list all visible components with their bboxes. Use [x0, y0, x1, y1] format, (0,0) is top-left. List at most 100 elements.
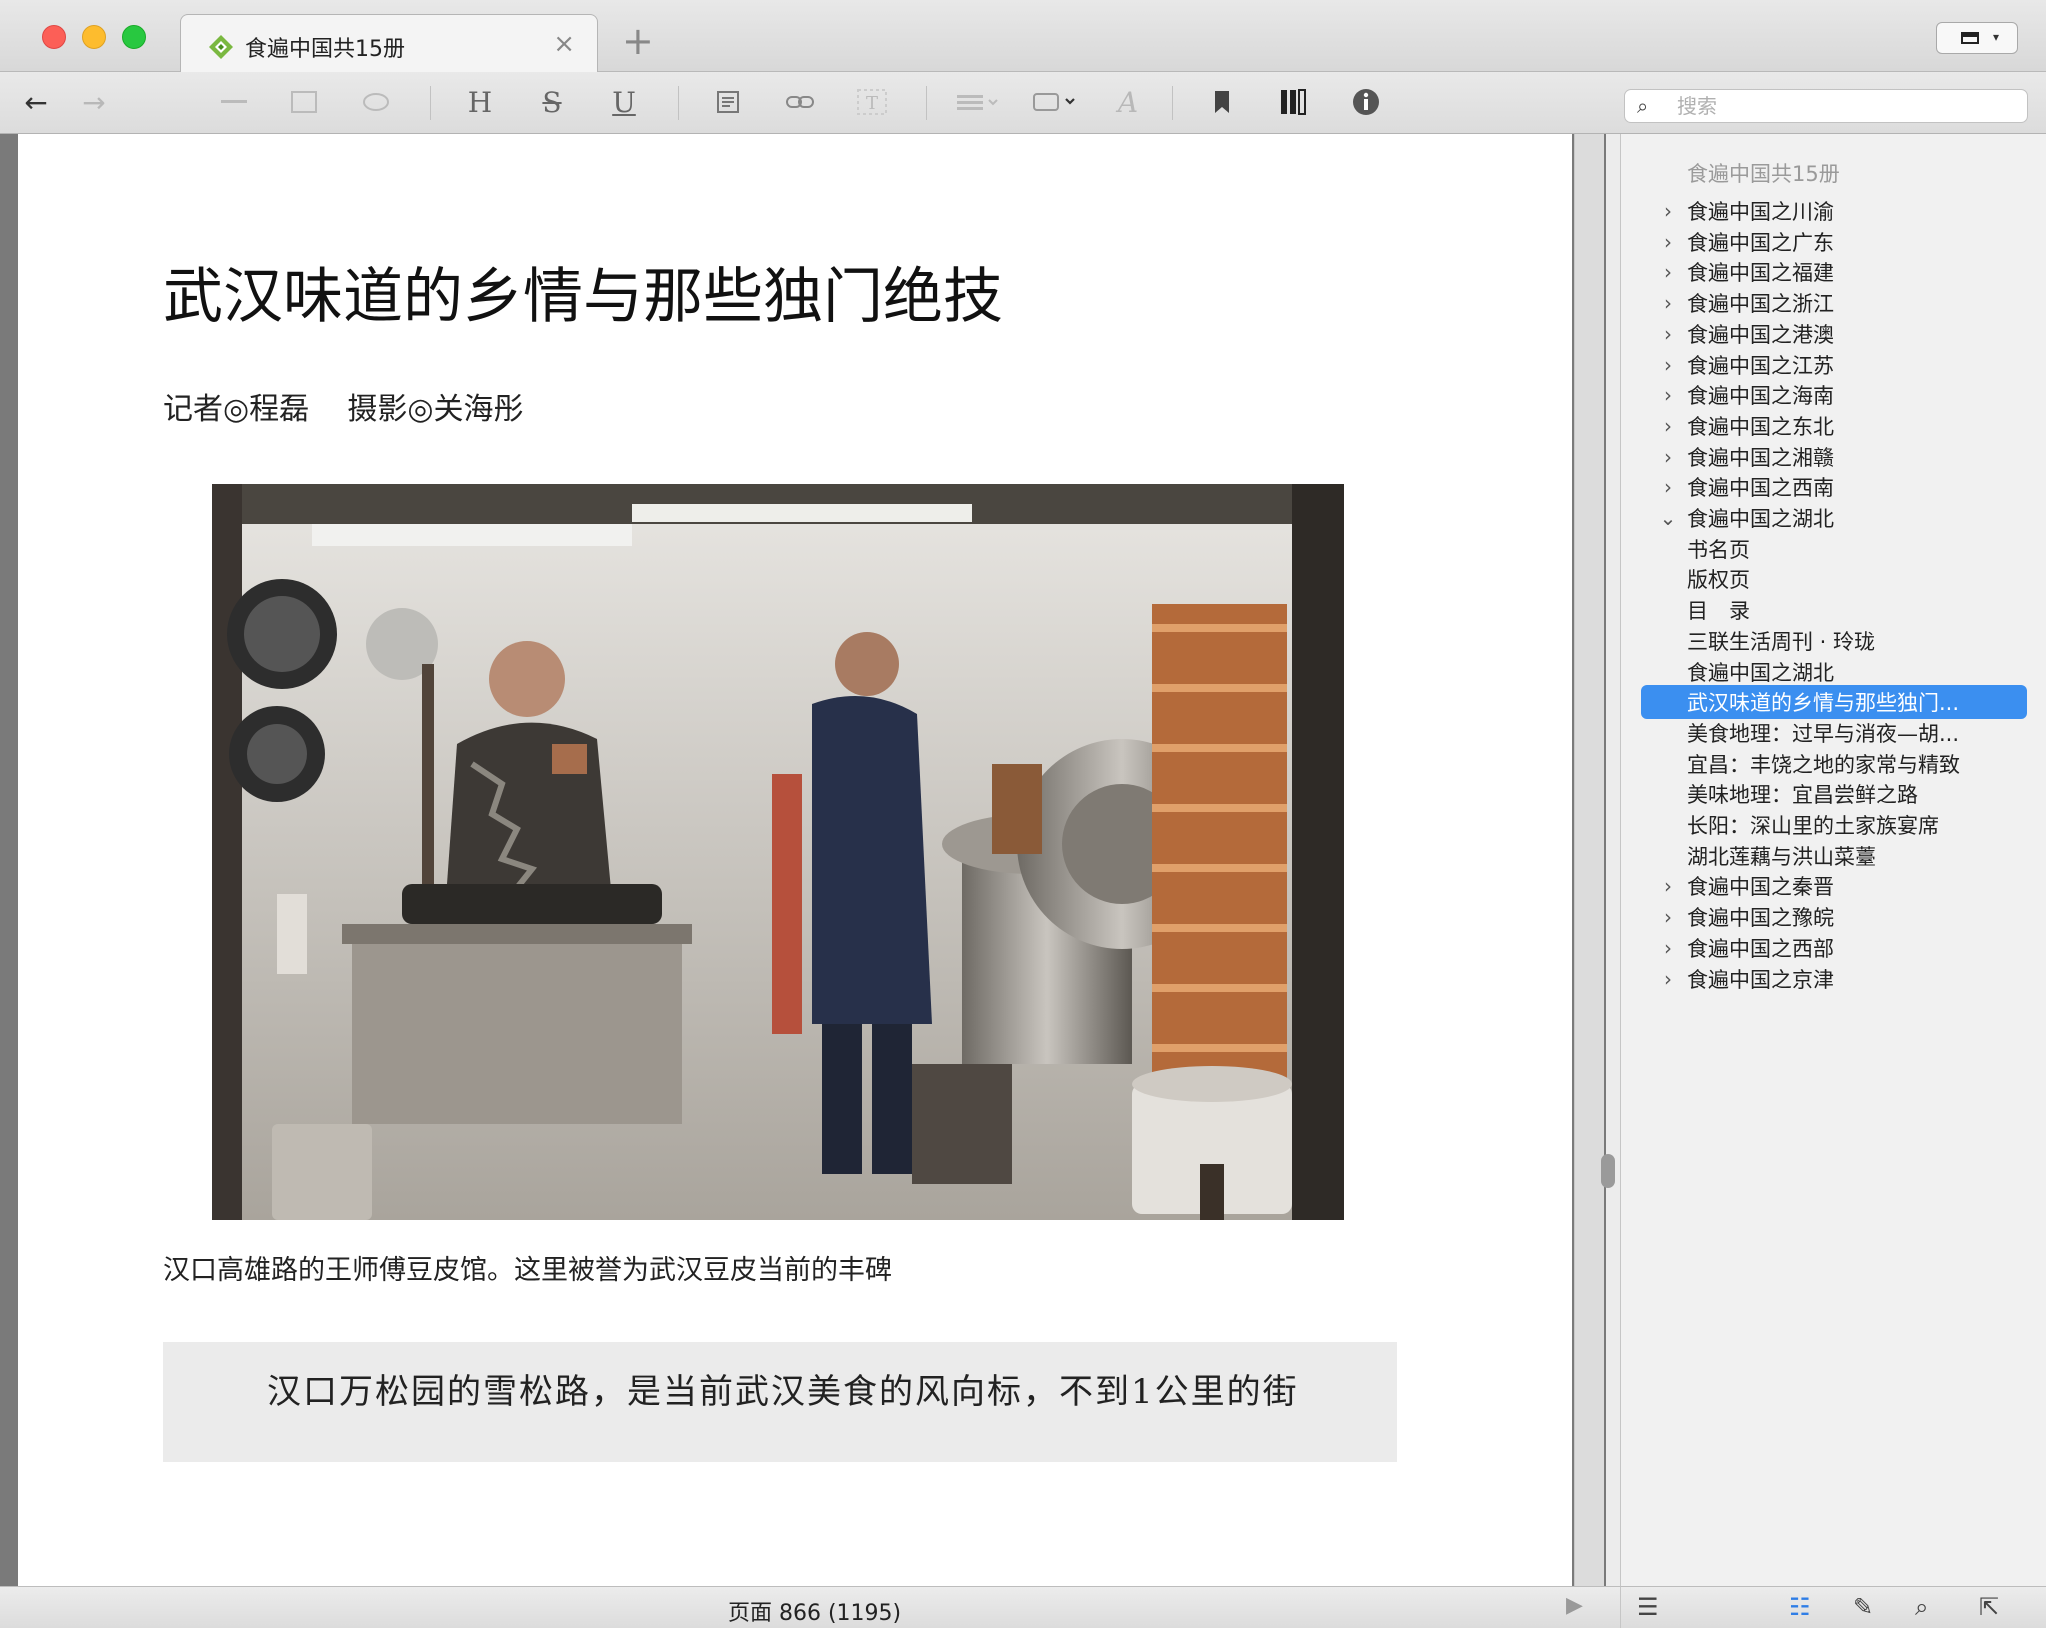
toc-item[interactable]: › 食遍中国之海南	[1655, 378, 2035, 412]
chevron-right-icon[interactable]: ›	[1655, 291, 1681, 315]
toc-item[interactable]: › 食遍中国之西南	[1655, 470, 2035, 504]
font-button[interactable]: A	[1108, 82, 1148, 122]
highlight-button[interactable]: H	[460, 82, 500, 122]
oval-tool-button[interactable]	[356, 82, 396, 122]
shape-color-dropdown[interactable]	[1030, 82, 1082, 122]
toc-item[interactable]: 书名页	[1687, 532, 2027, 566]
app-logo-icon	[209, 35, 233, 59]
bookmark-button[interactable]	[1202, 82, 1242, 122]
toolbar-divider	[1172, 86, 1173, 120]
tab-title: 食遍中国共15册	[245, 37, 405, 62]
article-byline: 记者◎程磊 摄影◎关海彤	[163, 392, 524, 427]
toc-item[interactable]: › 食遍中国之江苏	[1655, 348, 2035, 382]
sidebar-menu-icon[interactable]: ☰	[1637, 1593, 1659, 1621]
zoom-window-button[interactable]	[122, 25, 146, 49]
info-button[interactable]	[1346, 82, 1386, 122]
toc-item[interactable]: › 食遍中国之西部	[1655, 931, 2035, 965]
chevron-right-icon[interactable]: ›	[1655, 475, 1681, 499]
chevron-right-icon[interactable]: ›	[1655, 445, 1681, 469]
rectangle-tool-button[interactable]	[284, 82, 324, 122]
window-layout-icon	[1961, 32, 1979, 44]
note-button[interactable]	[708, 82, 748, 122]
oval-icon	[363, 93, 389, 111]
chevron-right-icon[interactable]: ›	[1655, 874, 1681, 898]
chevron-right-icon[interactable]: ›	[1655, 905, 1681, 929]
status-bar: 页面 866 (1195) ▶	[0, 1586, 1620, 1628]
toc-item[interactable]: 食遍中国之湖北	[1687, 655, 2027, 689]
rectangle-icon	[291, 91, 317, 113]
toc-item[interactable]: 长阳：深山里的土家族宴席	[1687, 808, 2027, 842]
document-tab[interactable]: 食遍中国共15册 ×	[180, 14, 598, 72]
toc-item[interactable]: › 食遍中国之川渝	[1655, 194, 2035, 228]
search-icon[interactable]: ⌕	[1915, 1593, 1928, 1621]
chevron-right-icon[interactable]: ›	[1655, 230, 1681, 254]
scrollbar-thumb[interactable]	[1601, 1154, 1615, 1188]
toc-item[interactable]: › 食遍中国之秦晋	[1655, 869, 2035, 903]
toc-item-label: 目 录	[1687, 599, 1750, 624]
toc-item[interactable]: › 食遍中国之豫皖	[1655, 900, 2035, 934]
toc-item[interactable]: 三联生活周刊 · 玲珑	[1687, 624, 2027, 658]
toc-item[interactable]: 美食地理：过早与消夜—胡...	[1687, 716, 2027, 750]
toc-item-label: 食遍中国之西南	[1687, 476, 1834, 501]
line-icon	[221, 100, 247, 103]
chevron-right-icon[interactable]: ›	[1655, 322, 1681, 346]
article-title: 武汉味道的乡情与那些独门绝技	[163, 262, 1003, 332]
info-icon	[1353, 89, 1379, 115]
new-tab-button[interactable]: +	[622, 22, 654, 60]
toc-item[interactable]: › 食遍中国之广东	[1655, 225, 2035, 259]
close-window-button[interactable]	[42, 25, 66, 49]
toc-item[interactable]: ⌄ 食遍中国之湖北	[1655, 501, 2035, 535]
chevron-right-icon[interactable]: ›	[1655, 353, 1681, 377]
text-box-button[interactable]: T	[852, 82, 892, 122]
search-input[interactable]	[1677, 93, 2017, 119]
chevron-right-icon[interactable]: ›	[1655, 936, 1681, 960]
chevron-right-icon[interactable]: ›	[1655, 967, 1681, 991]
link-button[interactable]	[780, 82, 820, 122]
toc-item[interactable]: › 食遍中国之港澳	[1655, 317, 2035, 351]
export-icon[interactable]: ⇱	[1979, 1593, 1999, 1621]
chevron-right-icon[interactable]: ›	[1655, 199, 1681, 223]
steamer-stack	[1152, 604, 1287, 1104]
play-triangle-icon[interactable]: ▶	[1566, 1593, 1583, 1618]
chevron-down-icon[interactable]: ⌄	[1655, 506, 1681, 530]
toc-item[interactable]: 湖北莲藕与洪山菜薹	[1687, 839, 2027, 873]
toc-item[interactable]: 版权页	[1687, 562, 2027, 596]
toc-item[interactable]: 目 录	[1687, 593, 2027, 627]
chevron-right-icon[interactable]: ›	[1655, 383, 1681, 407]
chevron-right-icon[interactable]: ›	[1655, 414, 1681, 438]
toc-item[interactable]: › 食遍中国之京津	[1655, 962, 2035, 996]
library-button[interactable]	[1274, 82, 1314, 122]
document-scrollbar[interactable]	[1574, 134, 1604, 1586]
toc-list-icon[interactable]: ☷	[1789, 1593, 1811, 1621]
line-style-icon	[957, 95, 998, 110]
forward-button[interactable]: →	[74, 82, 114, 122]
toc-item[interactable]: › 食遍中国之福建	[1655, 255, 2035, 289]
toc-item[interactable]: › 食遍中国之东北	[1655, 409, 2035, 443]
line-style-dropdown[interactable]	[952, 82, 1004, 122]
toolbar-divider	[926, 86, 927, 120]
view-mode-button[interactable]: ▾	[1936, 22, 2018, 54]
color-swatch-icon	[1033, 93, 1075, 111]
toc-item-label: 宜昌：丰饶之地的家常与精致	[1687, 752, 1960, 777]
toc-item[interactable]: 宜昌：丰饶之地的家常与精致	[1687, 747, 2027, 781]
search-field[interactable]: ⌕	[1624, 89, 2028, 123]
svg-text:T: T	[866, 93, 878, 114]
strikethrough-button[interactable]: S	[532, 82, 572, 122]
toc-item[interactable]: 美味地理：宜昌尝鲜之路	[1687, 777, 2027, 811]
edit-note-icon[interactable]: ✎	[1853, 1593, 1873, 1621]
toc-item[interactable]: › 食遍中国之浙江	[1655, 286, 2035, 320]
photo-caption: 汉口高雄路的王师傅豆皮馆。这里被誉为武汉豆皮当前的丰碑	[163, 1255, 892, 1286]
line-tool-button[interactable]	[214, 82, 254, 122]
toc-item-label: 食遍中国之福建	[1687, 261, 1834, 286]
toc-item[interactable]: 武汉味道的乡情与那些独门...	[1641, 685, 2027, 720]
tab-close-icon[interactable]: ×	[553, 29, 575, 59]
back-button[interactable]: ←	[16, 82, 56, 122]
toc-item-label: 食遍中国之湖北	[1687, 507, 1834, 531]
minimize-window-button[interactable]	[82, 25, 106, 49]
underline-button[interactable]: U	[604, 82, 644, 122]
toc-item-label: 食遍中国之广东	[1687, 230, 1834, 255]
chevron-right-icon[interactable]: ›	[1655, 260, 1681, 284]
toolbar-divider	[678, 86, 679, 120]
toc-item[interactable]: › 食遍中国之湘赣	[1655, 440, 2035, 474]
chevron-down-icon: ▾	[1993, 30, 2000, 44]
